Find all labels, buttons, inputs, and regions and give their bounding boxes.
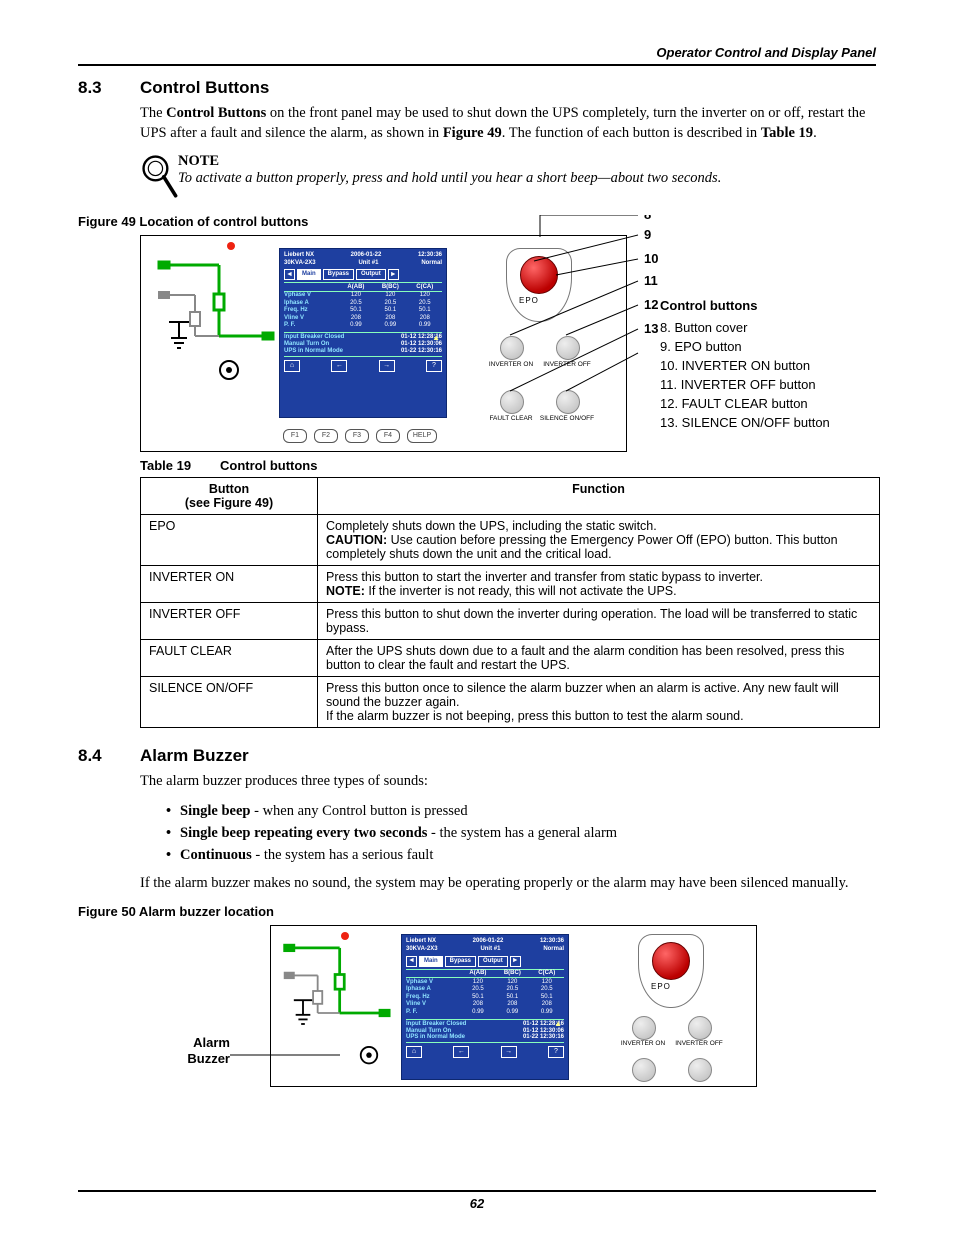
callout-12: 12 (644, 297, 658, 312)
lcd-screen-50: Liebert NX2006-01-2212:30:36 30KVA-2X3Un… (401, 934, 569, 1080)
mimic-diagram-50 (281, 936, 391, 1076)
inverter-on-button[interactable] (500, 336, 524, 360)
note-body: To activate a button properly, press and… (178, 170, 721, 187)
figure-50: Alarm Buzzer (140, 925, 876, 1095)
magnifier-icon (140, 153, 178, 206)
silence-button[interactable] (556, 390, 580, 414)
list-item: Continuous - the system has a serious fa… (166, 845, 876, 867)
lcd-tab-main: Main (297, 269, 321, 280)
section-8-4-title: 8.4Alarm Buzzer (78, 746, 876, 766)
section-num-2: 8.4 (78, 746, 140, 766)
figure-49: Liebert NX2006-01-2212:30:36 30KVA-2X3Un… (140, 235, 850, 452)
list-item: Single beep repeating every two seconds … (166, 823, 876, 845)
silence-label: SILENCE ON/OFF (538, 415, 596, 422)
lcd-left-arrow-icon: ◄ (284, 269, 295, 280)
table-row: INVERTER ONPress this button to start th… (141, 565, 880, 602)
lcd-tab-output: Output (356, 269, 386, 280)
legend-item: 9. EPO button (660, 338, 830, 357)
callout-9: 9 (644, 227, 651, 242)
front-panel: Liebert NX2006-01-2212:30:36 30KVA-2X3Un… (140, 235, 627, 452)
table-19-caption: Table 19Control buttons (140, 458, 876, 473)
legend-item: 11. INVERTER OFF button (660, 376, 830, 395)
inverter-off-button-50[interactable] (688, 1016, 712, 1040)
f3-key[interactable]: F3 (345, 429, 369, 443)
f2-key[interactable]: F2 (314, 429, 338, 443)
table-19-head-button: Button(see Figure 49) (141, 477, 318, 514)
lcd-right-arrow-icon: ► (388, 269, 399, 280)
lcd-soft-right-icon: → (379, 360, 395, 372)
section-num: 8.3 (78, 78, 140, 98)
figure-49-caption: Figure 49 Location of control buttons (78, 214, 876, 229)
callout-legend: Control buttons 8. Button cover9. EPO bu… (660, 297, 830, 433)
control-button-area-50: EPO INVERTER ON INVERTER OFF (596, 930, 748, 1080)
fault-clear-button-50[interactable] (632, 1058, 656, 1082)
front-panel-50: Liebert NX2006-01-2212:30:36 30KVA-2X3Un… (270, 925, 757, 1087)
section-8-4-para1: The alarm buzzer produces three types of… (140, 772, 876, 792)
lcd-event-log: Input Breaker Closed01-12 12:28:16Manual… (284, 332, 442, 357)
note-label: NOTE (178, 153, 721, 170)
table-row: FAULT CLEARAfter the UPS shuts down due … (141, 639, 880, 676)
table-row: INVERTER OFFPress this button to shut do… (141, 602, 880, 639)
f1-key[interactable]: F1 (283, 429, 307, 443)
inverter-on-button-50[interactable] (632, 1016, 656, 1040)
legend-item: 10. INVERTER ON button (660, 357, 830, 376)
epo-button-50[interactable] (652, 942, 690, 980)
section-8-4-para2: If the alarm buzzer makes no sound, the … (140, 874, 876, 894)
lcd-data-table: A(AB)B(BC)C(CA) Vphase V120120120Iphase … (284, 282, 442, 329)
note-block: NOTE To activate a button properly, pres… (140, 153, 876, 206)
running-header: Operator Control and Display Panel (78, 45, 876, 60)
section-8-3-para: The Control Buttons on the front panel m… (140, 104, 876, 143)
legend-item: 8. Button cover (660, 319, 830, 338)
fault-clear-button[interactable] (500, 390, 524, 414)
legend-title: Control buttons (660, 297, 830, 316)
silence-button-50[interactable] (688, 1058, 712, 1082)
rule-top (78, 64, 876, 66)
callout-10: 10 (644, 251, 658, 266)
inverter-off-button[interactable] (556, 336, 580, 360)
alarm-sound-list: Single beep - when any Control button is… (166, 801, 876, 866)
table-19-head-function: Function (318, 477, 880, 514)
page-footer: 62 (78, 1190, 876, 1211)
section-8-3-title: 8.3Control Buttons (78, 78, 876, 98)
legend-item: 13. SILENCE ON/OFF button (660, 414, 830, 433)
mimic-diagram (155, 252, 275, 412)
page-number: 62 (470, 1196, 484, 1211)
epo-label: EPO (519, 296, 539, 305)
epo-button[interactable] (520, 256, 558, 294)
table-row: SILENCE ON/OFFPress this button once to … (141, 676, 880, 727)
callout-11: 11 (644, 273, 658, 288)
lcd-soft-home-icon: ⌂ (284, 360, 300, 372)
table-row: EPOCompletely shuts down the UPS, includ… (141, 514, 880, 565)
inverter-off-label: INVERTER OFF (542, 361, 592, 368)
lcd-soft-left-icon: ← (331, 360, 347, 372)
help-key[interactable]: HELP (407, 429, 437, 443)
alarm-led-icon (227, 242, 235, 250)
legend-item: 12. FAULT CLEAR button (660, 395, 830, 414)
section-heading-2: Alarm Buzzer (140, 746, 249, 765)
table-19: Button(see Figure 49) Function EPOComple… (140, 477, 880, 728)
alarm-buzzer-label: Alarm Buzzer (160, 1035, 230, 1066)
list-item: Single beep - when any Control button is… (166, 801, 876, 823)
figure-50-caption: Figure 50 Alarm buzzer location (78, 904, 876, 919)
lcd-screen: Liebert NX2006-01-2212:30:36 30KVA-2X3Un… (279, 248, 447, 418)
callout-12b: 13 (644, 321, 658, 336)
section-heading: Control Buttons (140, 78, 269, 97)
function-keys: F1 F2 F3 F4 HELP (283, 429, 437, 443)
lcd-soft-help-icon: ? (426, 360, 442, 372)
control-button-area: EPO INVERTER ON INVERTER OFF FAULT CLEAR… (464, 244, 616, 444)
lcd-tab-bypass: Bypass (323, 269, 354, 280)
inverter-on-label: INVERTER ON (486, 361, 536, 368)
fault-clear-label: FAULT CLEAR (486, 415, 536, 422)
f4-key[interactable]: F4 (376, 429, 400, 443)
